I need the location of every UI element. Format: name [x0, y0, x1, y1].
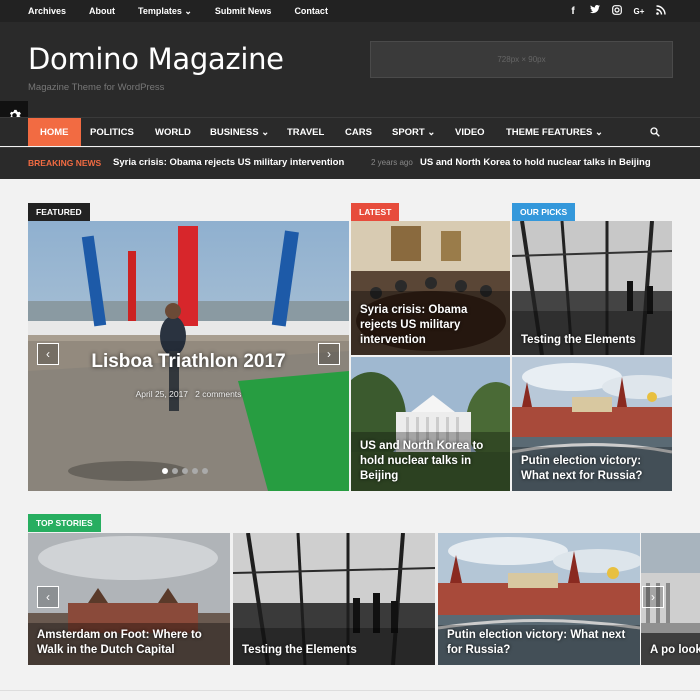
- latest-title-2[interactable]: US and North Korea to hold nuclear talks…: [360, 439, 504, 484]
- facebook-icon[interactable]: f: [562, 6, 584, 17]
- slider-dot[interactable]: [172, 468, 178, 474]
- featured-title[interactable]: Lisboa Triathlon 2017: [28, 351, 349, 373]
- divider: [0, 690, 700, 691]
- nav-home[interactable]: HOME: [28, 118, 81, 146]
- link-templates[interactable]: Templates ⌄: [138, 6, 192, 17]
- main-nav: HOME POLITICS WORLD BUSINESS ⌄ TRAVEL CA…: [0, 117, 700, 146]
- latest-item-2[interactable]: US and North Korea to hold nuclear talks…: [351, 357, 510, 491]
- slider-dot[interactable]: [162, 468, 168, 474]
- site-header: Domino Magazine Magazine Theme for WordP…: [0, 22, 700, 117]
- slider-dot[interactable]: [192, 468, 198, 474]
- top-story-2[interactable]: Testing the Elements: [233, 533, 435, 665]
- nav-sport[interactable]: SPORT ⌄: [380, 118, 447, 146]
- breaking-news-bar: BREAKING NEWS Syria crisis: Obama reject…: [0, 147, 700, 179]
- top-story-title-2[interactable]: Testing the Elements: [242, 643, 429, 658]
- social-links: f G+: [562, 0, 672, 22]
- top-story-4[interactable]: A po look ›: [641, 533, 700, 665]
- top-stories-next-button[interactable]: ›: [642, 586, 664, 608]
- slider-dots: [162, 468, 208, 474]
- slider-dot[interactable]: [202, 468, 208, 474]
- link-submit-news[interactable]: Submit News: [215, 6, 272, 16]
- nav-world[interactable]: WORLD: [143, 118, 203, 146]
- breaking-label: BREAKING NEWS: [28, 158, 102, 168]
- nav-politics[interactable]: POLITICS: [78, 118, 146, 146]
- top-story-1[interactable]: ‹ Amsterdam on Foot: Where to Walk in th…: [28, 533, 230, 665]
- top-story-3[interactable]: Putin election victory: What next for Ru…: [438, 533, 640, 665]
- link-contact[interactable]: Contact: [294, 6, 328, 16]
- breaking-headline-2[interactable]: US and North Korea to hold nuclear talks…: [420, 157, 651, 168]
- featured-slide[interactable]: ‹ › Lisboa Triathlon 2017 April 25, 2017…: [28, 221, 349, 491]
- rss-icon[interactable]: [650, 4, 672, 18]
- featured-tag: FEATURED: [28, 203, 90, 221]
- breaking-headline-1[interactable]: Syria crisis: Obama rejects US military …: [113, 157, 344, 168]
- top-bar: Archives About Templates ⌄ Submit News C…: [0, 0, 700, 22]
- picks-item-1[interactable]: Testing the Elements: [512, 221, 672, 355]
- top-story-title-3[interactable]: Putin election victory: What next for Ru…: [447, 628, 634, 658]
- top-story-title-4[interactable]: A po look: [650, 643, 700, 658]
- picks-tag: OUR PICKS: [512, 203, 576, 221]
- latest-title-1[interactable]: Syria crisis: Obama rejects US military …: [360, 303, 504, 348]
- nav-cars[interactable]: CARS: [333, 118, 384, 146]
- instagram-icon[interactable]: [606, 4, 628, 18]
- top-stories-prev-button[interactable]: ‹: [37, 586, 59, 608]
- link-about[interactable]: About: [89, 6, 115, 16]
- top-story-title-1[interactable]: Amsterdam on Foot: Where to Walk in the …: [37, 628, 224, 658]
- nav-video[interactable]: VIDEO: [443, 118, 497, 146]
- featured-comments[interactable]: 2 comments: [195, 389, 241, 399]
- site-tagline: Magazine Theme for WordPress: [28, 82, 165, 93]
- top-links: Archives About Templates ⌄ Submit News C…: [28, 0, 351, 22]
- nav-theme-features[interactable]: THEME FEATURES ⌄: [494, 118, 615, 146]
- picks-title-2[interactable]: Putin election victory: What next for Ru…: [521, 454, 666, 484]
- top-stories-tag: TOP STORIES: [28, 514, 101, 532]
- google-plus-icon[interactable]: G+: [628, 7, 650, 16]
- ad-banner[interactable]: 728px × 90px: [370, 41, 673, 78]
- latest-item-1[interactable]: Syria crisis: Obama rejects US military …: [351, 221, 510, 355]
- nav-business[interactable]: BUSINESS ⌄: [198, 118, 281, 146]
- twitter-icon[interactable]: [584, 5, 606, 17]
- latest-tag: LATEST: [351, 203, 400, 221]
- featured-date: April 25, 2017: [135, 389, 189, 399]
- nav-travel[interactable]: TRAVEL: [275, 118, 336, 146]
- picks-title-1[interactable]: Testing the Elements: [521, 333, 666, 348]
- slider-dot[interactable]: [182, 468, 188, 474]
- breaking-time: 2 years ago: [371, 158, 413, 167]
- site-logo[interactable]: Domino Magazine: [28, 42, 284, 76]
- picks-item-2[interactable]: Putin election victory: What next for Ru…: [512, 357, 672, 491]
- search-icon[interactable]: [650, 118, 660, 146]
- link-archives[interactable]: Archives: [28, 6, 66, 16]
- featured-meta: April 25, 2017 2 comments: [28, 389, 349, 399]
